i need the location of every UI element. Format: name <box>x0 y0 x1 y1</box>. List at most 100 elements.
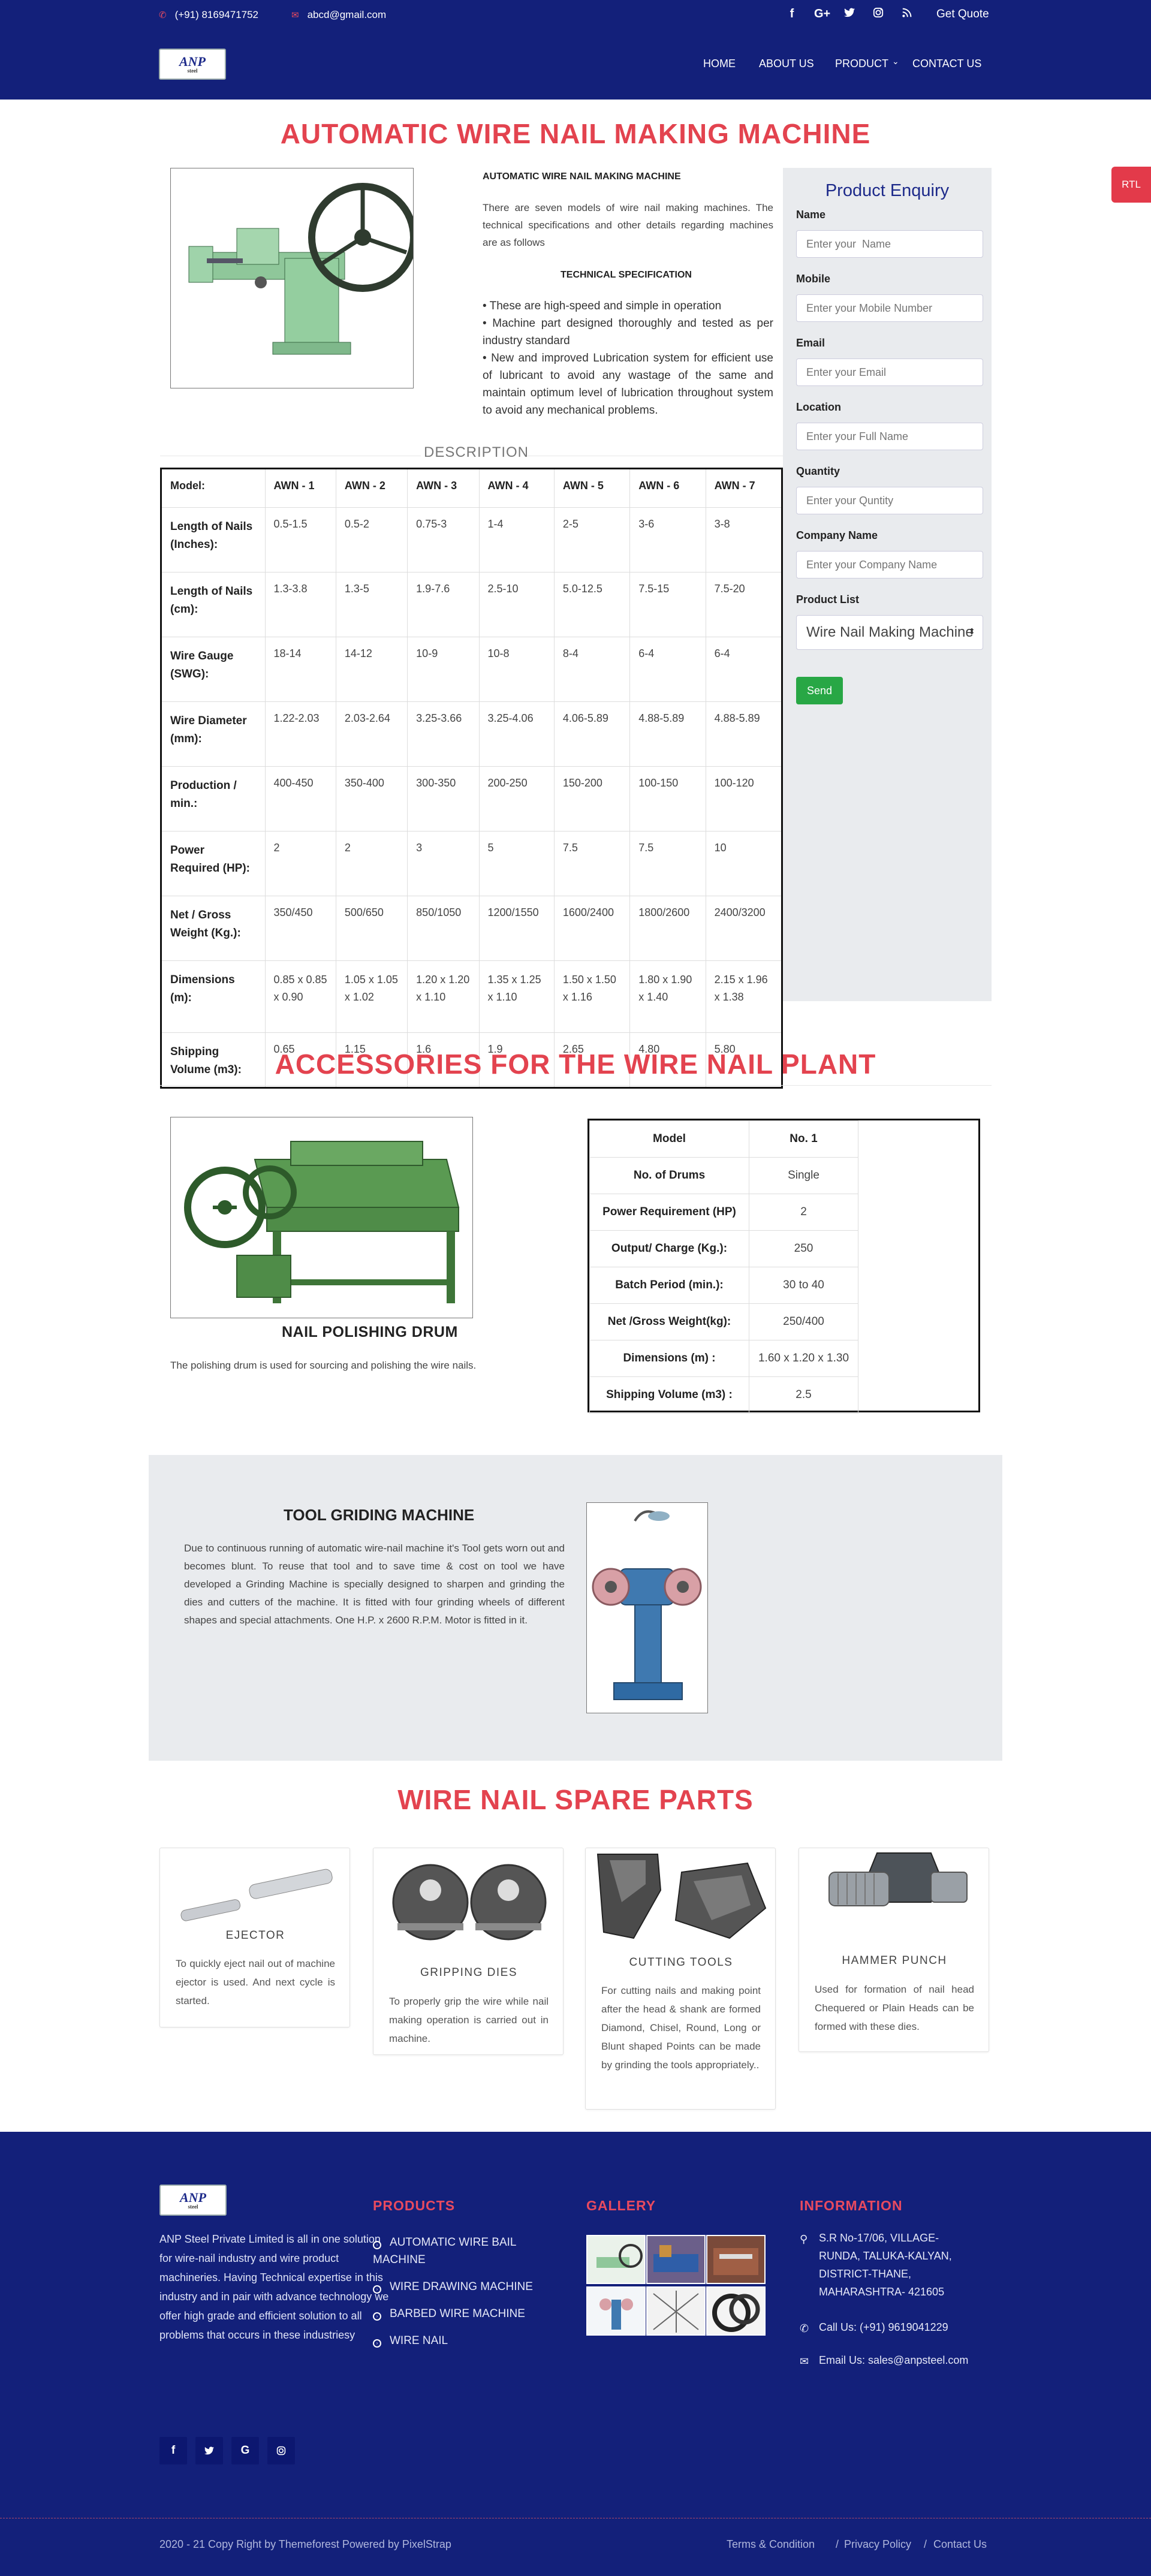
nav-product[interactable]: PRODUCT <box>835 58 888 70</box>
card-name: CUTTING TOOLS <box>629 1956 733 1969</box>
chevron-right-icon: › <box>373 2241 381 2249</box>
email-text: Email Us: sales@anpsteel.com <box>819 2354 969 2366</box>
table-row: No. of Drums Single <box>589 1157 858 1194</box>
email-field[interactable] <box>796 358 983 386</box>
card-description: To properly grip the wire while nail mak… <box>389 1996 549 2044</box>
contact-us-link[interactable]: Contact Us <box>933 2538 987 2551</box>
row-label: Production / min.: <box>161 766 266 831</box>
nav-home[interactable]: HOME <box>703 58 736 70</box>
spare-part-card-hammer-punch[interactable]: HAMMER PUNCH Used for formation of nail … <box>799 1848 989 2052</box>
spare-part-card-cutting-tools[interactable]: CUTTING TOOLS For cutting nails and maki… <box>585 1848 776 2110</box>
google-icon[interactable]: G <box>231 2437 259 2464</box>
gallery-thumbnail[interactable] <box>646 2235 706 2284</box>
gallery-thumbnail[interactable] <box>706 2235 766 2284</box>
logo-text: ANP <box>179 53 206 69</box>
footer-product-link[interactable]: › WIRE NAIL <box>373 2332 553 2349</box>
main-navbar: ANP steel HOME ABOUT US PRODUCT ⌄ CONTACT… <box>0 31 1151 100</box>
chevron-right-icon: › <box>373 2339 381 2348</box>
divider <box>160 1085 992 1086</box>
table-cell: 1.20 x 1.20 x 1.10 <box>407 960 480 1033</box>
rtl-toggle[interactable]: RTL <box>1111 167 1151 203</box>
table-cell: 2400/3200 <box>705 896 783 961</box>
nav-contact-us[interactable]: CONTACT US <box>912 58 981 70</box>
footer-email[interactable]: ✉ Email Us: sales@anpsteel.com <box>800 2351 999 2369</box>
nav-about-us[interactable]: ABOUT US <box>759 58 814 70</box>
footer-product-link[interactable]: › BARBED WIRE MACHINE <box>373 2305 553 2322</box>
table-row: Wire Gauge (SWG): 18-14 14-12 10-9 10-8 … <box>161 637 783 702</box>
spare-part-card-ejector[interactable]: EJECTOR To quickly eject nail out of mac… <box>159 1848 350 2027</box>
twitter-icon[interactable] <box>195 2437 223 2464</box>
grinding-title: TOOL GRIDING MACHINE <box>284 1506 475 1524</box>
chevron-right-icon: › <box>373 2312 381 2321</box>
table-cell: 1.05 x 1.05 x 1.02 <box>335 960 408 1033</box>
gallery-thumbnail[interactable] <box>646 2286 706 2336</box>
table-row: Net / Gross Weight (Kg.): 350/450 500/65… <box>161 896 783 961</box>
table-cell: 1.9-7.6 <box>407 572 480 637</box>
table-cell: 0.5-1.5 <box>264 507 336 573</box>
instagram-icon[interactable] <box>267 2437 295 2464</box>
table-header-cell: Model: <box>161 468 266 508</box>
footer-logo[interactable]: ANP steel <box>159 2185 227 2216</box>
get-quote-link[interactable]: Get Quote <box>936 8 989 21</box>
company-field[interactable] <box>796 551 983 579</box>
footer-product-link[interactable]: › WIRE DRAWING MACHINE <box>373 2278 553 2295</box>
table-cell: 300-350 <box>407 766 480 831</box>
quantity-label: Quantity <box>796 465 840 477</box>
footer-product-link[interactable]: › AUTOMATIC WIRE BAIL MACHINE <box>373 2234 529 2268</box>
chevron-down-icon[interactable]: ⌄ <box>892 56 899 67</box>
gallery-thumbnail[interactable] <box>586 2235 646 2284</box>
rss-icon[interactable] <box>900 7 914 22</box>
privacy-policy-link[interactable]: Privacy Policy <box>844 2538 911 2551</box>
footer-gallery-title: GALLERY <box>586 2198 656 2213</box>
topbar-email[interactable]: ✉ abcd@gmail.com <box>291 9 386 21</box>
row-label: Dimensions (m): <box>161 960 266 1033</box>
gallery-thumbnail[interactable] <box>586 2286 646 2336</box>
table-cell: 0.5-2 <box>335 507 408 573</box>
table-cell: 250 <box>749 1230 858 1267</box>
table-cell: 1200/1550 <box>478 896 555 961</box>
table-row: Shipping Volume (m3) : 2.5 <box>589 1376 858 1414</box>
facebook-icon[interactable]: f <box>159 2437 187 2464</box>
name-field[interactable] <box>796 230 983 258</box>
tech-spec-title: TECHNICAL SPECIFICATION <box>561 270 692 280</box>
terms-link[interactable]: Terms & Condition <box>727 2538 815 2551</box>
table-cell: 850/1050 <box>407 896 480 961</box>
site-logo[interactable]: ANP steel <box>159 49 226 80</box>
table-cell: 2.15 x 1.96 x 1.38 <box>705 960 783 1033</box>
google-plus-icon[interactable]: G+ <box>814 7 830 22</box>
table-cell: 2.5-10 <box>478 572 555 637</box>
product-list-select[interactable]: Wire Nail Making Machine ⬍ <box>796 615 983 650</box>
spec-table: Model: AWN - 1 AWN - 2 AWN - 3 AWN - 4 A… <box>160 468 783 1089</box>
spare-part-card-gripping-dies[interactable]: GRIPPING DIES To properly grip the wire … <box>373 1848 564 2055</box>
table-header-cell: AWN - 3 <box>407 468 480 508</box>
table-cell: 5.0-12.5 <box>553 572 631 637</box>
product-list-value: Wire Nail Making Machine <box>806 624 974 640</box>
send-button[interactable]: Send <box>796 677 843 704</box>
footer-link-label: AUTOMATIC WIRE BAIL MACHINE <box>373 2236 516 2266</box>
gallery-thumbnail[interactable] <box>706 2286 766 2336</box>
location-field[interactable] <box>796 423 983 450</box>
topbar-phone[interactable]: ✆ (+91) 8169471752 <box>159 9 258 21</box>
footer-call[interactable]: ✆ Call Us: (+91) 9619041229 <box>800 2318 999 2336</box>
table-header-cell: AWN - 1 <box>264 468 336 508</box>
envelope-icon: ✉ <box>291 10 299 20</box>
table-cell: 7.5 <box>553 831 631 896</box>
table-cell: 3-6 <box>629 507 706 573</box>
table-cell: Batch Period (min.): <box>589 1267 749 1304</box>
gripping-dies-image <box>379 1848 558 1956</box>
table-cell: 5 <box>478 831 555 896</box>
instagram-icon[interactable] <box>872 7 885 22</box>
table-cell: 2-5 <box>553 507 631 573</box>
quantity-field[interactable] <box>796 487 983 514</box>
tool-grinding-machine-image <box>586 1502 708 1713</box>
mobile-field[interactable] <box>796 294 983 322</box>
table-cell: 350/450 <box>264 896 336 961</box>
site-footer: ANP steel ANP Steel Private Limited is al… <box>0 2132 1151 2576</box>
twitter-icon[interactable] <box>843 7 856 22</box>
cutting-tools-image <box>592 1848 770 1947</box>
table-cell: 1800/2600 <box>629 896 706 961</box>
table-cell: 1.22-2.03 <box>264 701 336 767</box>
row-label: Wire Gauge (SWG): <box>161 637 266 702</box>
facebook-icon[interactable]: f <box>785 7 799 22</box>
table-cell: 7.5-20 <box>705 572 783 637</box>
